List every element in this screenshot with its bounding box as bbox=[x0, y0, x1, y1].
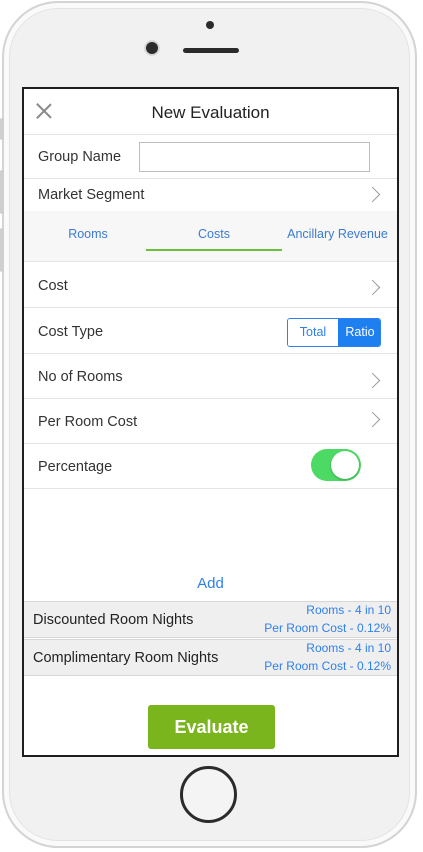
toggle-knob bbox=[331, 451, 359, 479]
cost-type-label: Cost Type bbox=[38, 324, 104, 340]
summary-label: Discounted Room Nights bbox=[33, 612, 194, 628]
app-screen: New Evaluation Group Name Market Segment… bbox=[22, 87, 399, 757]
chevron-right-icon bbox=[364, 279, 381, 296]
tab-ancillary-revenue[interactable]: Ancillary Revenue bbox=[276, 211, 397, 261]
divider bbox=[24, 307, 397, 308]
front-sensor bbox=[206, 21, 214, 29]
volume-down-button bbox=[0, 228, 4, 272]
tab-rooms[interactable]: Rooms bbox=[24, 211, 152, 261]
summary-per-room-cost-value: Per Room Cost - 0.12% bbox=[264, 621, 391, 635]
chevron-right-icon bbox=[364, 372, 381, 389]
mute-switch bbox=[0, 118, 4, 140]
group-name-input[interactable] bbox=[139, 142, 370, 172]
market-segment-label: Market Segment bbox=[38, 187, 145, 203]
divider bbox=[24, 398, 397, 399]
add-button[interactable]: Add bbox=[24, 575, 397, 592]
divider bbox=[24, 488, 397, 489]
summary-per-room-cost-value: Per Room Cost - 0.12% bbox=[264, 659, 391, 673]
per-room-cost-label: Per Room Cost bbox=[38, 414, 138, 430]
active-tab-indicator bbox=[146, 249, 282, 251]
summary-rooms-value: Rooms - 4 in 10 bbox=[306, 603, 391, 617]
no-of-rooms-label: No of Rooms bbox=[38, 369, 123, 385]
group-name-label: Group Name bbox=[38, 149, 122, 165]
tab-bar: Rooms Costs Ancillary Revenue bbox=[24, 211, 397, 261]
summary-row-discounted[interactable]: Discounted Room Nights Rooms - 4 in 10 P… bbox=[24, 601, 397, 638]
evaluate-button[interactable]: Evaluate bbox=[148, 705, 275, 749]
divider bbox=[24, 134, 397, 135]
cost-type-segmented-control: Total Ratio bbox=[287, 318, 381, 347]
tab-costs[interactable]: Costs bbox=[146, 211, 282, 261]
cost-type-total-option[interactable]: Total bbox=[288, 319, 338, 346]
summary-label: Complimentary Room Nights bbox=[33, 650, 219, 666]
volume-up-button bbox=[0, 170, 4, 214]
percentage-label: Percentage bbox=[38, 459, 113, 475]
cost-label: Cost bbox=[38, 278, 68, 294]
cost-type-ratio-option[interactable]: Ratio bbox=[338, 319, 380, 346]
chevron-right-icon bbox=[364, 411, 381, 428]
front-camera bbox=[146, 42, 158, 54]
divider bbox=[24, 178, 397, 179]
earpiece-speaker bbox=[183, 48, 239, 53]
chevron-right-icon bbox=[364, 186, 381, 203]
page-title: New Evaluation bbox=[151, 103, 270, 122]
summary-row-complimentary[interactable]: Complimentary Room Nights Rooms - 4 in 1… bbox=[24, 639, 397, 676]
title-bar: New Evaluation bbox=[24, 89, 397, 135]
summary-rooms-value: Rooms - 4 in 10 bbox=[306, 641, 391, 655]
divider bbox=[24, 353, 397, 354]
home-button[interactable] bbox=[180, 766, 237, 823]
percentage-toggle[interactable] bbox=[311, 449, 361, 481]
divider bbox=[24, 261, 397, 262]
divider bbox=[24, 443, 397, 444]
